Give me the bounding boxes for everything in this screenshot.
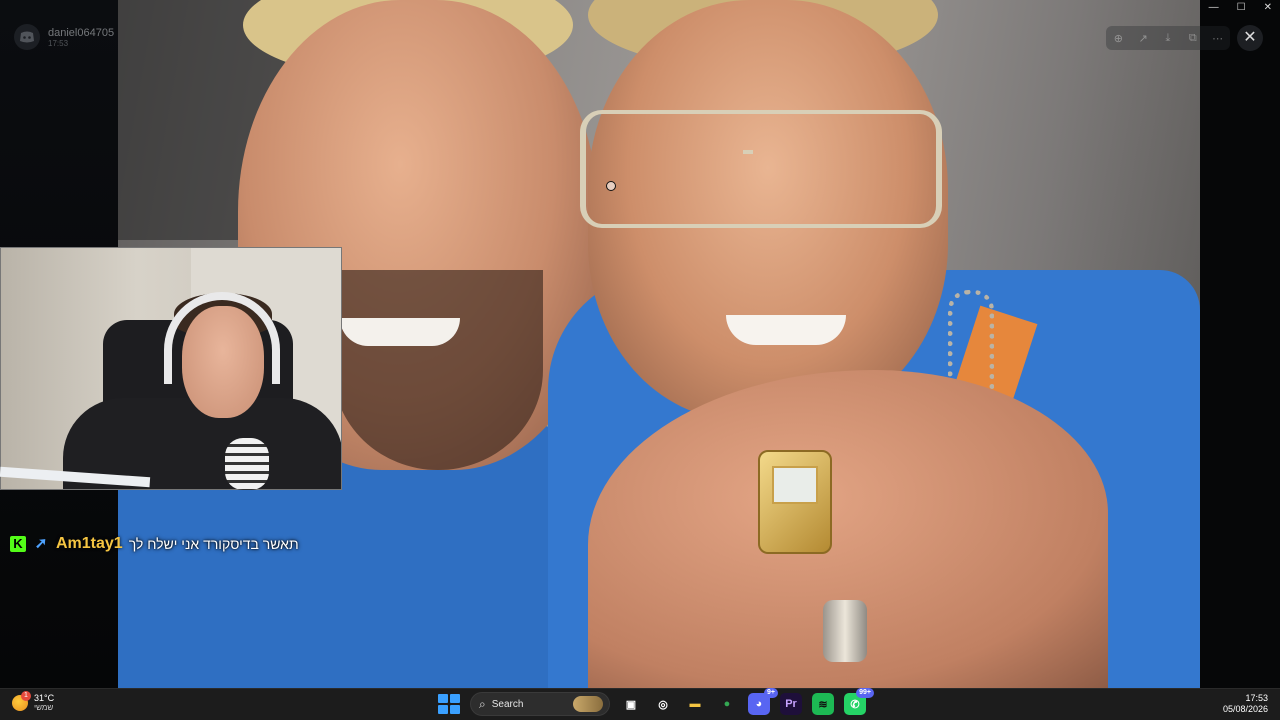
discord-glyph: ◕	[755, 698, 763, 710]
chatgpt-glyph: ◎	[658, 698, 668, 711]
task-view-icon[interactable]: ▣	[620, 693, 642, 715]
window-controls: — ☐ ✕	[1209, 2, 1272, 13]
chrome-icon[interactable]: ●	[716, 693, 738, 715]
search-label: Search	[491, 698, 524, 710]
search-highlight-image	[573, 696, 603, 712]
file-explorer-glyph: ▬	[689, 698, 701, 710]
weather-widget[interactable]: 1 31°C שמשי	[12, 691, 55, 713]
taskbar-apps: ⌕ Search ▣ ◎ ▬ ● ◕ 9+ Pr ≋ ✆ 99+	[436, 688, 874, 716]
arrow-badge-icon: ➚	[34, 535, 48, 552]
weather-temperature: 31°C	[34, 693, 55, 703]
left-person-smile	[340, 318, 460, 346]
maximize-button[interactable]: ☐	[1237, 2, 1246, 13]
spotify-glyph: ≋	[818, 698, 828, 711]
right-dimmed-panel	[1200, 0, 1280, 688]
whatsapp-notification-badge: 99+	[856, 688, 874, 698]
clock-date: 05/08/2026	[1222, 704, 1268, 714]
spotify-icon[interactable]: ≋	[812, 693, 834, 715]
eyeglasses-bridge	[743, 150, 753, 154]
viewer-toolbar: ⊕ ↗ ⤓ ⧉ ⋯	[1106, 26, 1230, 50]
system-clock[interactable]: 17:53 05/08/2026	[1223, 693, 1268, 715]
clock-time: 17:53	[1245, 693, 1268, 703]
search-icon: ⌕	[479, 696, 486, 711]
weather-description: שמשי	[34, 703, 54, 712]
chat-username: Am1tay1	[56, 535, 123, 552]
taskbar: 1 31°C שמשי ⌕ Search ▣ ◎ ▬ ● ◕ 9+ Pr ≋ ✆ 9…	[0, 688, 1280, 720]
premiere-icon[interactable]: Pr	[780, 693, 802, 715]
ring-face	[772, 466, 818, 504]
discord-icon[interactable]: ◕ 9+	[748, 688, 778, 715]
whatsapp-glyph: ✆	[850, 698, 860, 711]
zoom-in-icon[interactable]: ⊕	[1110, 32, 1126, 45]
close-viewer-button[interactable]: ✕	[1237, 25, 1263, 51]
more-icon[interactable]: ⋯	[1210, 32, 1226, 45]
chrome-glyph: ●	[723, 698, 731, 710]
chat-message: K ➚ Am1tay1 תאשר בדיסקורד אני ישלח לך	[10, 535, 299, 553]
whatsapp-icon[interactable]: ✆ 99+	[844, 688, 874, 715]
zoom-cursor-icon	[606, 181, 616, 191]
windows-start-icon[interactable]	[436, 692, 460, 716]
discord-notification-badge: 9+	[764, 688, 778, 698]
open-external-icon[interactable]: ↗	[1135, 32, 1151, 45]
close-window-button[interactable]: ✕	[1264, 2, 1272, 13]
download-icon[interactable]: ⤓	[1160, 32, 1176, 45]
popout-icon[interactable]: ⧉	[1185, 32, 1201, 45]
weather-alert-badge: 1	[21, 691, 31, 701]
upload-time: 17:53	[48, 38, 69, 48]
premiere-glyph: Pr	[785, 698, 797, 710]
microphone-icon	[225, 438, 269, 490]
sun-icon: 1	[12, 691, 31, 711]
silver-ring	[823, 600, 867, 662]
discord-avatar-icon	[14, 24, 40, 50]
kick-badge-icon: K	[10, 536, 26, 552]
task-view-glyph: ▣	[625, 698, 637, 711]
taskbar-search[interactable]: ⌕ Search	[470, 692, 610, 716]
file-explorer-icon[interactable]: ▬	[684, 693, 706, 715]
right-person-smile	[726, 315, 846, 345]
uploader-name: daniel064705	[48, 26, 115, 39]
eyeglasses	[580, 110, 942, 228]
minimize-button[interactable]: —	[1209, 2, 1219, 13]
chatgpt-icon[interactable]: ◎	[652, 693, 674, 715]
uploader-info: daniel064705 17:53	[14, 24, 114, 50]
left-person-beard	[333, 270, 543, 470]
chat-text: תאשר בדיסקורד אני ישלח לך	[128, 536, 299, 552]
